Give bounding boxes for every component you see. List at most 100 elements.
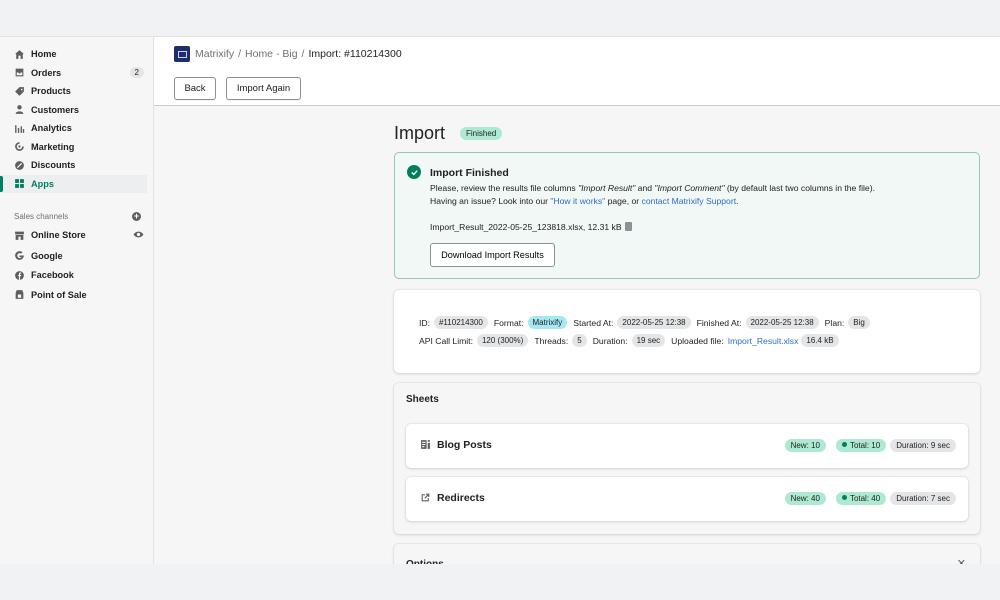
sidebar-item-point-of-sale[interactable]: Point of Sale [0, 286, 147, 305]
api-limit-tag: 120 (300%) [476, 334, 529, 347]
result-file-name: Import_Result_2022-05-25_123818.xlsx, 12… [430, 222, 622, 232]
bar-chart-icon [14, 123, 25, 134]
blog-icon [420, 439, 431, 450]
contact-support-link[interactable]: contact Matrixify Support [642, 196, 737, 206]
page-title: Import [394, 123, 446, 143]
finished-label: Finished At: [696, 317, 742, 328]
sheet-name: Redirects [437, 492, 485, 504]
total-count-text: Total: 10 [849, 441, 881, 450]
import-details-card: ID: #110214300 Format: Matrixify Started… [394, 290, 980, 373]
external-link-icon [420, 492, 431, 503]
sidebar: Home Orders 2 Products Customers Analyti… [0, 37, 154, 564]
banner-text: Please, review the results file columns [430, 183, 579, 193]
sheets-card: Sheets Blog Posts New: 10 Total: 10 Dura… [394, 383, 980, 534]
orders-icon [14, 67, 25, 78]
top-bar [0, 0, 1000, 37]
status-dot-icon [841, 495, 847, 500]
download-results-button[interactable]: Download Import Results [430, 243, 555, 267]
id-label: ID: [419, 317, 430, 328]
person-icon [14, 104, 25, 115]
breadcrumb-app[interactable]: Matrixify [195, 48, 234, 60]
plan-tag: Big [848, 316, 870, 329]
app-header: Matrixify / Home - Big / Import: #110214… [154, 37, 1000, 106]
breadcrumb-separator: / [301, 48, 305, 60]
import-again-button[interactable]: Import Again [226, 77, 301, 100]
sidebar-item-label: Products [31, 86, 71, 97]
how-it-works-link[interactable]: "How it works" [550, 196, 605, 206]
sales-channels-label: Sales channels [14, 211, 69, 221]
sidebar-item-google[interactable]: Google [0, 247, 147, 266]
total-count-badge: Total: 10 [835, 439, 887, 452]
banner-text: Having an issue? Look into our [430, 196, 551, 206]
details-row-2: API Call Limit: 120 (300%) Threads: 5 Du… [419, 334, 845, 347]
sheet-stats: New: 40 Total: 40 Duration: 7 sec [775, 492, 956, 505]
back-button[interactable]: Back [174, 77, 216, 100]
bottom-bar [0, 564, 1000, 600]
discount-icon [14, 160, 25, 171]
sidebar-item-label: Customers [31, 104, 79, 115]
store-icon [14, 230, 25, 241]
sidebar-item-online-store[interactable]: Online Store [0, 226, 147, 245]
sidebar-item-label: Discounts [31, 160, 76, 171]
banner-text: page, or [605, 196, 642, 206]
check-circle-icon [407, 165, 421, 179]
sidebar-item-analytics[interactable]: Analytics [0, 119, 147, 138]
sidebar-item-discounts[interactable]: Discounts [0, 156, 147, 175]
sheet-row-redirects[interactable]: Redirects New: 40 Total: 40 Duration: 7 … [406, 477, 968, 521]
sidebar-item-customers[interactable]: Customers [0, 101, 147, 120]
add-channel-icon[interactable]: + [132, 211, 141, 221]
sidebar-item-home[interactable]: Home [0, 45, 147, 64]
duration-label: Duration: [592, 335, 628, 346]
uploaded-file-label: Uploaded file: [671, 335, 724, 346]
sidebar-item-label: Home [31, 49, 57, 60]
breadcrumb: Matrixify / Home - Big / Import: #110214… [174, 46, 402, 62]
breadcrumb-home[interactable]: Home - Big [245, 48, 298, 60]
threads-label: Threads: [534, 335, 569, 346]
id-tag: #110214300 [433, 316, 488, 329]
google-icon [14, 250, 25, 261]
sheets-title: Sheets [406, 394, 439, 405]
banner-text-col1: "Import Result" [578, 183, 636, 193]
threads-tag: 5 [572, 334, 587, 347]
banner-help-text: Having an issue? Look into our "How it w… [430, 196, 738, 206]
plan-label: Plan: [824, 317, 845, 328]
format-label: Format: [493, 317, 524, 328]
sidebar-item-label: Analytics [31, 123, 72, 134]
status-badge: Finished [460, 127, 503, 140]
pos-icon [14, 289, 25, 300]
eye-icon[interactable] [133, 229, 144, 242]
sidebar-item-label: Online Store [31, 230, 86, 241]
sidebar-item-facebook[interactable]: Facebook [0, 266, 147, 285]
sidebar-item-label: Apps [31, 178, 54, 189]
total-count-text: Total: 40 [849, 494, 881, 503]
status-dot-icon [841, 442, 847, 447]
finished-tag: 2022-05-25 12:38 [745, 316, 819, 329]
sidebar-item-label: Marketing [31, 141, 75, 152]
tag-icon [14, 86, 25, 97]
uploaded-size-tag: 16.4 kB [801, 334, 839, 347]
uploaded-file-link[interactable]: Import_Result.xlsx [728, 336, 799, 346]
target-icon [14, 141, 25, 152]
sidebar-item-products[interactable]: Products [0, 82, 147, 101]
details-row-1: ID: #110214300 Format: Matrixify Started… [419, 316, 876, 329]
result-file-info: Import_Result_2022-05-25_123818.xlsx, 12… [430, 222, 632, 232]
sidebar-item-apps[interactable]: Apps [0, 174, 147, 193]
orders-count-badge: 2 [129, 67, 144, 79]
banner-text-col2: "Import Comment" [654, 183, 725, 193]
breadcrumb-current: Import: #110214300 [308, 48, 402, 60]
started-tag: 2022-05-25 12:38 [617, 316, 691, 329]
file-icon [624, 222, 632, 231]
sidebar-item-orders[interactable]: Orders 2 [0, 64, 147, 83]
sidebar-item-label: Point of Sale [31, 289, 87, 300]
banner-text: . [736, 196, 739, 206]
duration-badge: Duration: 7 sec [890, 492, 956, 505]
banner-text: (by default last two columns in the file… [724, 183, 875, 193]
home-icon [14, 49, 25, 60]
sidebar-item-marketing[interactable]: Marketing [0, 138, 147, 157]
sheet-row-blog-posts[interactable]: Blog Posts New: 10 Total: 10 Duration: 9… [406, 424, 968, 468]
duration-badge: Duration: 9 sec [890, 439, 956, 452]
started-label: Started At: [573, 317, 614, 328]
breadcrumb-separator: / [238, 48, 242, 60]
new-count-badge: New: 10 [784, 439, 826, 452]
sidebar-item-label: Orders [31, 67, 62, 78]
